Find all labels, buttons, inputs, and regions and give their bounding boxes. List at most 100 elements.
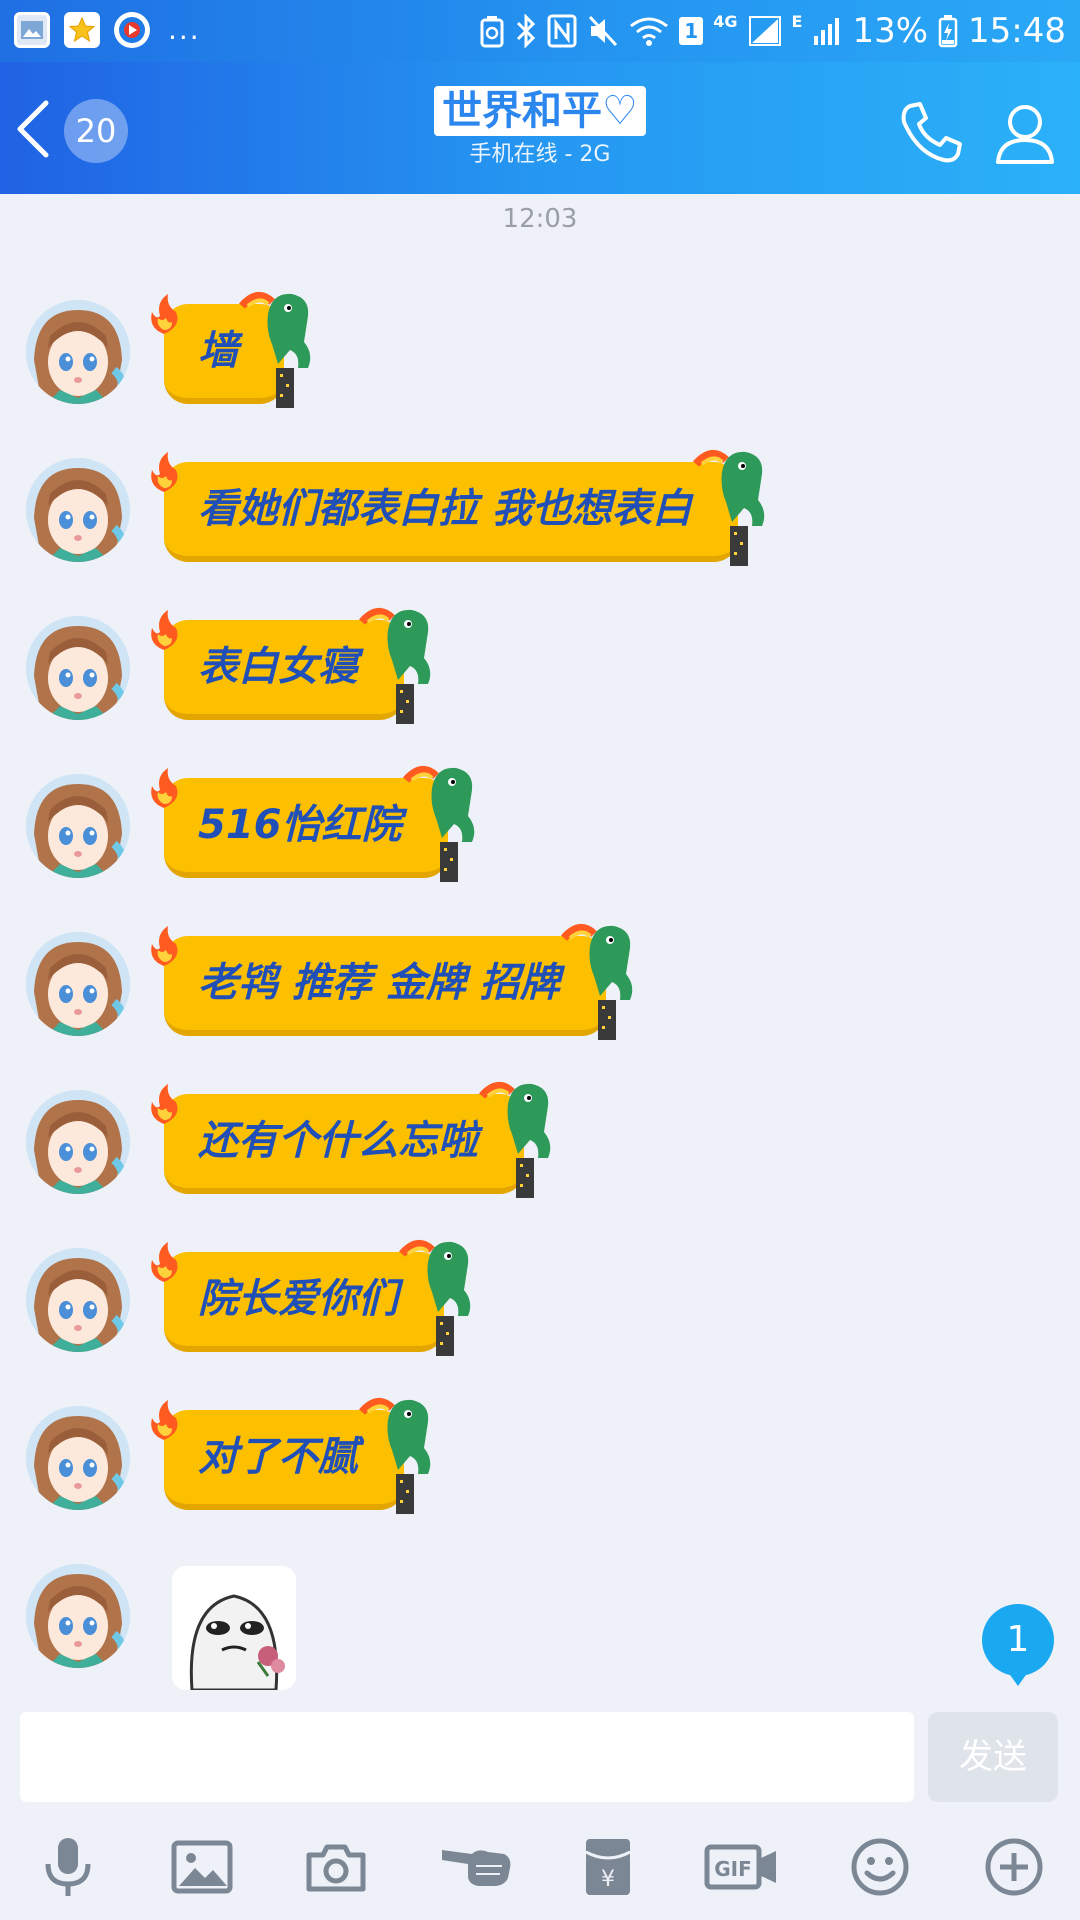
message-row: 老鸨 推荐 金牌 招牌	[0, 924, 1080, 1040]
gallery-notification-icon	[14, 12, 50, 48]
dinosaur-decoration-icon	[359, 608, 431, 724]
mute-icon	[587, 14, 619, 48]
profile-button[interactable]	[990, 98, 1060, 168]
message-row: 516怡红院	[0, 766, 1080, 882]
message-bubble[interactable]: 看她们都表白拉 我也想表白	[151, 450, 765, 566]
recycle-icon	[479, 14, 505, 48]
avatar[interactable]	[26, 1564, 130, 1668]
emoji-button[interactable]	[846, 1835, 914, 1903]
avatar[interactable]	[26, 300, 130, 404]
svg-text:GIF: GIF	[714, 1857, 752, 1881]
message-row: 看她们都表白拉 我也想表白	[0, 450, 1080, 566]
chat-title[interactable]: 世界和平♡	[434, 86, 646, 136]
avatar[interactable]	[26, 774, 130, 878]
message-timestamp: 12:03	[502, 204, 578, 234]
dinosaur-decoration-icon	[692, 450, 765, 566]
input-toolbar: ¥ GIF	[0, 1815, 1080, 1920]
message-text: 看她们都表白拉 我也想表白	[198, 486, 692, 532]
new-message-badge[interactable]: 1	[982, 1604, 1054, 1686]
network-4g-label: 4G	[713, 12, 738, 31]
flame-icon	[151, 610, 178, 650]
video-app-notification-icon	[114, 12, 150, 48]
message-text: 老鸨 推荐 金牌 招牌	[198, 960, 560, 1006]
avatar[interactable]	[26, 1090, 130, 1194]
message-bubble[interactable]: 墙	[151, 292, 311, 408]
nfc-icon	[547, 14, 577, 48]
message-bubble[interactable]: 对了不腻	[151, 1398, 431, 1514]
flame-icon	[151, 1400, 178, 1440]
sim-badge: 1	[679, 17, 704, 45]
message-bubble[interactable]: 院长爱你们	[151, 1240, 471, 1356]
flame-icon	[151, 926, 178, 966]
more-button[interactable]	[980, 1835, 1048, 1903]
battery-icon	[938, 14, 958, 48]
message-text: 墙	[198, 328, 238, 374]
avatar[interactable]	[26, 1248, 130, 1352]
status-bar: ... 1 4G E 13% 15:48	[0, 0, 1080, 62]
flame-icon	[151, 1084, 178, 1124]
red-packet-icon: ¥	[583, 1836, 633, 1902]
message-text: 院长爱你们	[198, 1276, 398, 1322]
plus-icon	[984, 1837, 1044, 1901]
flame-icon	[151, 768, 178, 808]
svg-text:¥: ¥	[601, 1867, 615, 1892]
message-text: 对了不腻	[198, 1434, 358, 1480]
message-input[interactable]	[20, 1712, 914, 1802]
clock: 15:48	[968, 11, 1066, 51]
dinosaur-decoration-icon	[239, 292, 311, 408]
camera-button[interactable]	[302, 1835, 370, 1903]
dinosaur-decoration-icon	[359, 1398, 431, 1514]
message-row: 对了不腻	[0, 1398, 1080, 1514]
red-packet-button[interactable]: ¥	[574, 1835, 642, 1903]
poke-button[interactable]	[436, 1835, 516, 1903]
message-bubble[interactable]: 老鸨 推荐 金牌 招牌	[151, 924, 633, 1040]
poke-icon	[438, 1844, 514, 1894]
message-row: 院长爱你们	[0, 1240, 1080, 1356]
voice-button[interactable]	[34, 1835, 102, 1903]
network-e-label: E	[791, 12, 803, 31]
avatar[interactable]	[26, 616, 130, 720]
dinosaur-decoration-icon	[399, 1240, 471, 1356]
avatar[interactable]	[26, 458, 130, 562]
message-row: 表白女寝	[0, 608, 1080, 724]
message-bubble[interactable]: 表白女寝	[151, 608, 431, 724]
signal-strength-icon	[748, 14, 782, 48]
bluetooth-icon	[515, 14, 537, 48]
send-button[interactable]: 发送	[928, 1712, 1058, 1802]
photo-button[interactable]	[168, 1835, 236, 1903]
message-input-row: 发送	[0, 1700, 1080, 1810]
message-text: 516怡红院	[198, 802, 402, 848]
flame-icon	[151, 1242, 178, 1282]
message-row: 墙	[0, 292, 1080, 408]
message-text: 表白女寝	[198, 644, 358, 690]
image-icon	[171, 1840, 233, 1898]
flame-icon	[151, 452, 178, 492]
chat-header: 20 世界和平♡ 手机在线 - 2G	[0, 62, 1080, 194]
emoji-icon	[850, 1837, 910, 1901]
gif-button[interactable]: GIF	[704, 1835, 780, 1903]
gif-icon: GIF	[704, 1843, 780, 1895]
microphone-icon	[40, 1836, 96, 1902]
dinosaur-decoration-icon	[560, 924, 633, 1040]
message-list[interactable]: 12:03 墙 看她们都表白拉 我也想表白 表白女寝 516怡红院 老鸨 推荐 …	[0, 194, 1080, 1698]
message-row: 还有个什么忘啦	[0, 1082, 1080, 1198]
avatar[interactable]	[26, 932, 130, 1036]
flame-icon	[151, 294, 178, 334]
dinosaur-decoration-icon	[402, 766, 474, 882]
dinosaur-decoration-icon	[479, 1082, 551, 1198]
phone-icon	[896, 102, 966, 172]
message-row	[0, 1558, 1080, 1698]
sticker-image[interactable]	[172, 1566, 296, 1690]
message-bubble[interactable]: 还有个什么忘啦	[151, 1082, 551, 1198]
call-button[interactable]	[896, 98, 966, 168]
signal-strength-2-icon	[812, 14, 842, 48]
more-notifications-indicator: ...	[168, 13, 201, 46]
message-text: 还有个什么忘啦	[198, 1118, 478, 1164]
star-app-notification-icon	[64, 12, 100, 48]
battery-percent: 13%	[852, 11, 929, 51]
avatar[interactable]	[26, 1406, 130, 1510]
wifi-icon	[629, 14, 669, 48]
user-icon	[990, 105, 1060, 172]
message-bubble[interactable]: 516怡红院	[151, 766, 474, 882]
camera-icon	[305, 1841, 367, 1897]
